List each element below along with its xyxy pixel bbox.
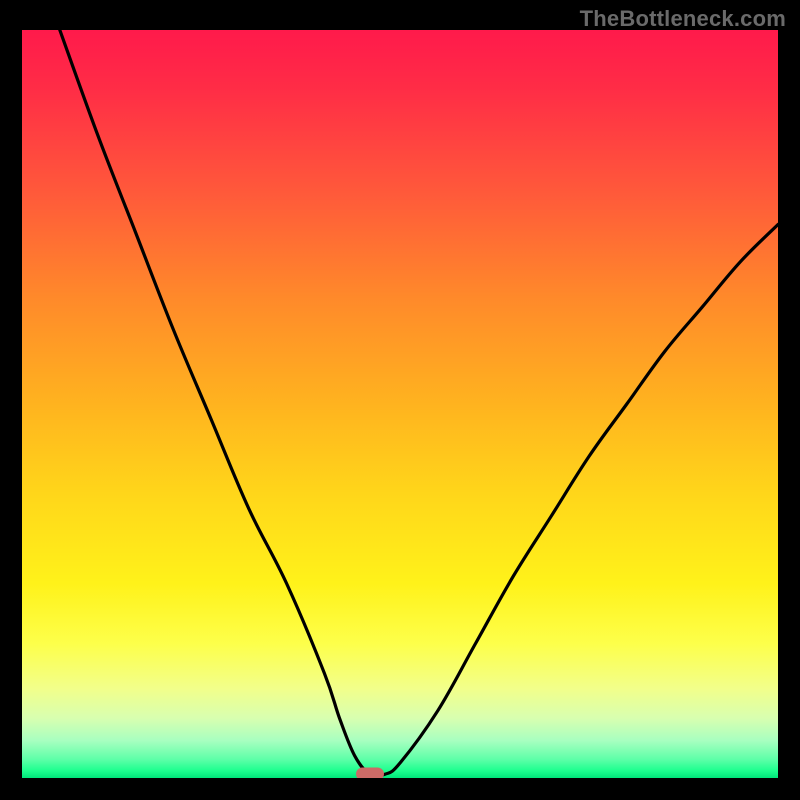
bottleneck-curve-svg xyxy=(22,30,778,778)
watermark-text: TheBottleneck.com xyxy=(580,6,786,32)
optimum-marker xyxy=(356,768,384,778)
bottleneck-curve xyxy=(60,30,778,776)
plot-area xyxy=(22,30,778,778)
chart-frame: TheBottleneck.com xyxy=(0,0,800,800)
